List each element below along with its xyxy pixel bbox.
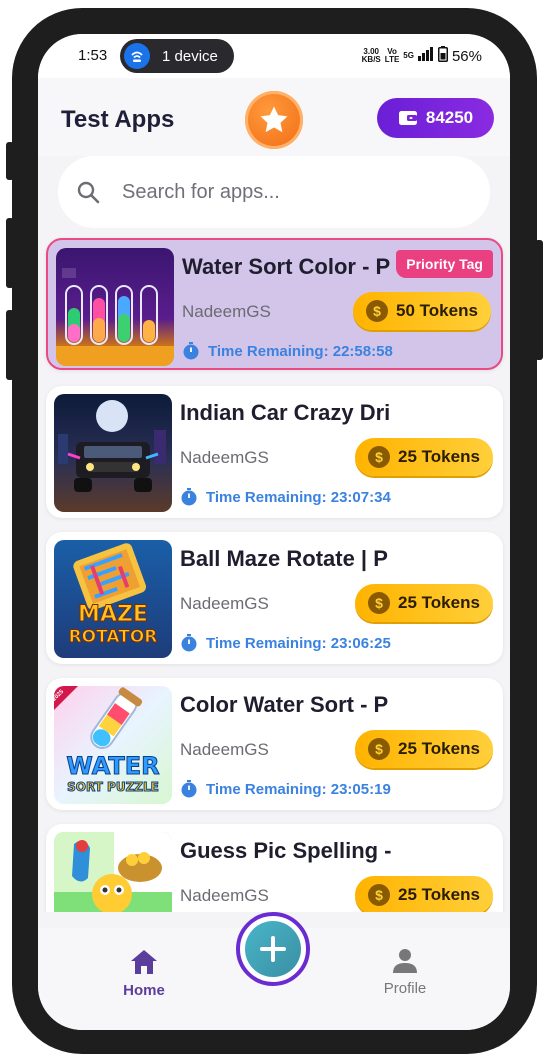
- app-list[interactable]: Water Sort Color - P Priority Tag Nadeem…: [38, 232, 510, 912]
- side-button: [6, 142, 14, 180]
- thumb-text: MAZE: [78, 602, 149, 627]
- wallet-balance-button[interactable]: 84250: [377, 98, 494, 138]
- app-card[interactable]: Indian Car Crazy Dri NadeemGS $ 25 Token…: [46, 386, 503, 518]
- volume-up-button: [6, 218, 14, 288]
- status-time: 1:53: [78, 47, 108, 64]
- app-thumbnail: MAZE ROTATOR: [54, 540, 172, 658]
- time-remaining-text: Time Remaining: 23:06:25: [206, 634, 391, 652]
- add-app-button[interactable]: [236, 912, 310, 986]
- net-speed: 3.00 KB/S: [362, 48, 381, 64]
- token-amount: 25 Tokens: [398, 593, 480, 612]
- coin-icon: $: [368, 592, 391, 614]
- nav-home[interactable]: Home: [99, 948, 189, 999]
- app-title: Color Water Sort - P: [180, 692, 389, 717]
- token-amount: 50 Tokens: [396, 301, 478, 320]
- device-label: 1 device: [162, 47, 218, 65]
- developer-name: NadeemGS: [180, 886, 269, 905]
- coin-icon: $: [368, 884, 391, 906]
- signal-icon: [417, 47, 434, 65]
- power-button: [535, 240, 543, 360]
- token-amount: 25 Tokens: [398, 885, 480, 904]
- app-thumbnail: [54, 832, 172, 912]
- app-header: Test Apps 84250: [38, 78, 510, 156]
- token-amount: 25 Tokens: [398, 447, 480, 466]
- developer-name: NadeemGS: [180, 594, 269, 613]
- star-badge-button[interactable]: [245, 91, 303, 149]
- app-title: Ball Maze Rotate | P: [180, 546, 388, 571]
- battery-percent: 56%: [451, 47, 482, 65]
- app-title: Guess Pic Spelling -: [180, 838, 392, 863]
- plus-icon: [260, 936, 286, 962]
- token-reward-button[interactable]: $ 25 Tokens: [355, 730, 493, 768]
- coin-icon: $: [368, 446, 391, 468]
- stopwatch-icon: [183, 342, 199, 360]
- nav-home-label: Home: [123, 982, 165, 999]
- app-title: Water Sort Color - P: [182, 254, 391, 279]
- developer-name: NadeemGS: [180, 740, 269, 759]
- device-pill[interactable]: 1 device: [120, 39, 234, 73]
- time-remaining: Time Remaining: 23:06:25: [180, 634, 391, 652]
- page-title: Test Apps: [61, 106, 175, 133]
- app-thumbnail: [56, 248, 174, 366]
- thumb-text: ROTATOR: [68, 627, 158, 648]
- cast-icon: [124, 43, 150, 69]
- developer-name: NadeemGS: [182, 302, 271, 321]
- phone-screen: 1:53 1 device 3.00 KB/S Vo LTE 5G 56% Te…: [38, 34, 510, 1030]
- app-thumbnail: 2025 WATER SORT PUZZLE: [54, 686, 172, 804]
- network-type: 5G: [403, 51, 414, 60]
- app-card[interactable]: Water Sort Color - P Priority Tag Nadeem…: [46, 238, 503, 370]
- search-bar[interactable]: [58, 156, 490, 228]
- lte-label: LTE: [384, 55, 400, 64]
- star-icon: [260, 106, 288, 133]
- time-remaining-text: Time Remaining: 23:07:34: [206, 488, 391, 506]
- volume-down-button: [6, 310, 14, 380]
- battery-icon: [437, 46, 448, 66]
- app-card[interactable]: Guess Pic Spelling - NadeemGS $ 25 Token…: [46, 824, 503, 912]
- token-amount: 25 Tokens: [398, 739, 480, 758]
- stopwatch-icon: [181, 780, 197, 798]
- token-reward-button[interactable]: $ 50 Tokens: [353, 292, 491, 330]
- volte-indicator: Vo LTE: [385, 48, 400, 64]
- priority-tag: Priority Tag: [396, 250, 493, 278]
- time-remaining: Time Remaining: 22:58:58: [182, 342, 393, 360]
- nav-profile-label: Profile: [383, 980, 427, 997]
- token-reward-button[interactable]: $ 25 Tokens: [355, 584, 493, 622]
- add-button-circle: [245, 921, 301, 977]
- stopwatch-icon: [181, 634, 197, 652]
- app-thumbnail: [54, 394, 172, 512]
- search-input[interactable]: [122, 180, 442, 204]
- nav-profile[interactable]: Profile: [360, 948, 450, 997]
- wallet-icon: [398, 111, 417, 125]
- time-remaining: Time Remaining: 23:07:34: [180, 488, 391, 506]
- coin-icon: $: [366, 300, 389, 322]
- time-remaining-text: Time Remaining: 22:58:58: [208, 342, 393, 360]
- time-remaining-text: Time Remaining: 23:05:19: [206, 780, 391, 798]
- person-icon: [393, 949, 417, 973]
- thumb-text: SORT PUZZLE: [67, 780, 160, 795]
- search-icon: [77, 181, 100, 204]
- stopwatch-icon: [181, 488, 197, 506]
- coin-icon: $: [368, 738, 391, 760]
- balance-value: 84250: [425, 108, 474, 127]
- token-reward-button[interactable]: $ 25 Tokens: [355, 438, 493, 476]
- app-card[interactable]: MAZE ROTATOR Ball Maze Rotate | P Nadeem…: [46, 532, 503, 664]
- net-speed-unit: KB/S: [361, 55, 381, 64]
- token-reward-button[interactable]: $ 25 Tokens: [355, 876, 493, 912]
- status-icons: 3.00 KB/S Vo LTE 5G 56%: [362, 46, 482, 66]
- time-remaining: Time Remaining: 23:05:19: [180, 780, 391, 798]
- home-icon: [131, 950, 157, 974]
- thumb-text: WATER: [66, 752, 160, 780]
- developer-name: NadeemGS: [180, 448, 269, 467]
- app-title: Indian Car Crazy Dri: [180, 400, 391, 425]
- app-card[interactable]: 2025 WATER SORT PUZZLE Color Water Sort …: [46, 678, 503, 810]
- status-bar: 1:53 1 device 3.00 KB/S Vo LTE 5G 56%: [38, 34, 510, 78]
